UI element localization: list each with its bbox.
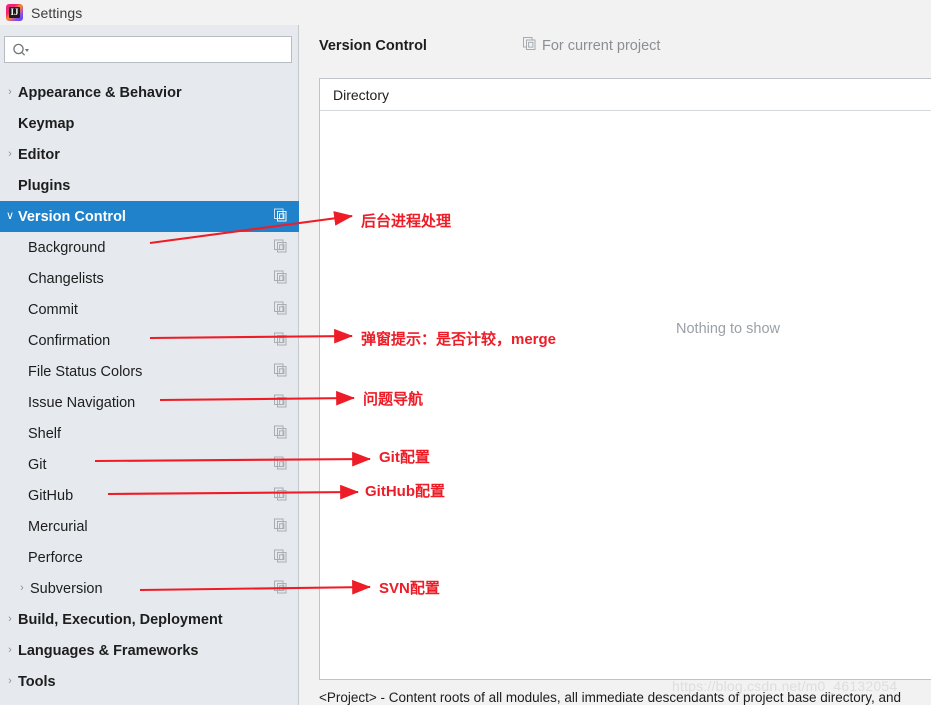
- sidebar-item-build-execution-deployment[interactable]: › Build, Execution, Deployment: [0, 604, 299, 635]
- sidebar-item-editor[interactable]: › Editor: [0, 139, 299, 170]
- copy-scope-icon[interactable]: [274, 425, 287, 442]
- sidebar-item-label: Git: [28, 456, 47, 473]
- chevron-right-icon[interactable]: ›: [2, 614, 18, 625]
- sidebar-item-label: Mercurial: [28, 518, 88, 535]
- chevron-right-icon[interactable]: ›: [2, 676, 18, 687]
- sidebar-item-label: Editor: [18, 146, 60, 163]
- sidebar-item-label: Background: [28, 239, 106, 256]
- directory-table: Directory Nothing to show: [319, 78, 931, 680]
- sidebar-item-shelf[interactable]: Shelf: [0, 418, 299, 449]
- window-title: Settings: [31, 4, 83, 21]
- sidebar-item-label: Subversion: [30, 580, 103, 597]
- logo-letters: IJ: [10, 7, 19, 17]
- sidebar-item-perforce[interactable]: Perforce: [0, 542, 299, 573]
- copy-scope-icon[interactable]: [274, 549, 287, 566]
- chevron-right-icon[interactable]: ›: [14, 583, 30, 594]
- sidebar-item-label: Appearance & Behavior: [18, 84, 182, 101]
- title-bar: IJ Settings: [0, 0, 931, 25]
- sidebar-item-label: Version Control: [18, 208, 126, 225]
- sidebar-item-label: Plugins: [18, 177, 71, 194]
- sidebar-item-issue-navigation[interactable]: Issue Navigation: [0, 387, 299, 418]
- chevron-right-icon[interactable]: ›: [2, 87, 18, 98]
- sidebar-item-label: File Status Colors: [28, 363, 143, 380]
- copy-scope-icon: [522, 37, 536, 54]
- sidebar-item-tools[interactable]: › Tools: [0, 666, 299, 697]
- chevron-down-icon[interactable]: ∨: [2, 211, 18, 222]
- search-box[interactable]: [4, 36, 292, 63]
- intellij-idea-logo-icon: IJ: [6, 4, 23, 21]
- copy-scope-icon[interactable]: [274, 301, 287, 318]
- sidebar-item-label: Commit: [28, 301, 78, 318]
- page-title: Version Control: [319, 37, 427, 54]
- copy-scope-icon[interactable]: [274, 518, 287, 535]
- sidebar-item-file-status-colors[interactable]: File Status Colors: [0, 356, 299, 387]
- sidebar-item-github[interactable]: GitHub: [0, 480, 299, 511]
- sidebar-item-git[interactable]: Git: [0, 449, 299, 480]
- search-input[interactable]: [34, 37, 291, 62]
- sidebar-item-label: Tools: [18, 673, 56, 690]
- sidebar-item-plugins[interactable]: Plugins: [0, 170, 299, 201]
- sidebar-item-label: Languages & Frameworks: [18, 642, 199, 659]
- copy-scope-icon[interactable]: [274, 208, 287, 225]
- sidebar-item-label: Keymap: [18, 115, 75, 132]
- sidebar-item-label: Issue Navigation: [28, 394, 136, 411]
- sidebar-item-label: Shelf: [28, 425, 62, 442]
- settings-sidebar: › Appearance & Behavior Keymap › Editor Plugi…: [0, 25, 299, 705]
- watermark: https://blog.csdn.net/m0_46132054: [672, 678, 898, 694]
- copy-scope-icon[interactable]: [274, 332, 287, 349]
- chevron-right-icon[interactable]: ›: [2, 645, 18, 656]
- settings-tree[interactable]: › Appearance & Behavior Keymap › Editor Plugi…: [0, 77, 299, 697]
- copy-scope-icon[interactable]: [274, 487, 287, 504]
- settings-window: IJ Settings › Appearance & Behavior Keymap…: [0, 0, 931, 705]
- copy-scope-icon[interactable]: [274, 456, 287, 473]
- chevron-right-icon[interactable]: ›: [2, 149, 18, 160]
- copy-scope-icon[interactable]: [274, 363, 287, 380]
- sidebar-item-changelists[interactable]: Changelists: [0, 263, 299, 294]
- scope-indicator[interactable]: For current project: [522, 37, 661, 54]
- empty-state-message: Nothing to show: [676, 321, 780, 337]
- sidebar-item-keymap[interactable]: Keymap: [0, 108, 299, 139]
- sidebar-item-label: Perforce: [28, 549, 83, 566]
- sidebar-item-label: Changelists: [28, 270, 104, 287]
- settings-content-panel: Version Control For current project Dire…: [300, 25, 931, 705]
- sidebar-item-mercurial[interactable]: Mercurial: [0, 511, 299, 542]
- copy-scope-icon[interactable]: [274, 270, 287, 287]
- copy-scope-icon[interactable]: [274, 580, 287, 597]
- content-header: Version Control For current project: [319, 37, 660, 54]
- copy-scope-icon[interactable]: [274, 239, 287, 256]
- sidebar-item-background[interactable]: Background: [0, 232, 299, 263]
- sidebar-item-languages-frameworks[interactable]: › Languages & Frameworks: [0, 635, 299, 666]
- sidebar-item-confirmation[interactable]: Confirmation: [0, 325, 299, 356]
- sidebar-item-label: Confirmation: [28, 332, 111, 349]
- sidebar-item-appearance-behavior[interactable]: › Appearance & Behavior: [0, 77, 299, 108]
- table-header-row: Directory: [320, 79, 931, 111]
- sidebar-item-subversion[interactable]: › Subversion: [0, 573, 299, 604]
- sidebar-item-label: Build, Execution, Deployment: [18, 611, 223, 628]
- table-body[interactable]: Nothing to show: [320, 111, 931, 679]
- sidebar-item-version-control[interactable]: ∨ Version Control: [0, 201, 299, 232]
- column-header-directory: Directory: [333, 86, 390, 103]
- scope-label: For current project: [541, 37, 661, 54]
- copy-scope-icon[interactable]: [274, 394, 287, 411]
- sidebar-item-commit[interactable]: Commit: [0, 294, 299, 325]
- sidebar-item-label: GitHub: [28, 487, 74, 504]
- search-icon: [12, 43, 30, 57]
